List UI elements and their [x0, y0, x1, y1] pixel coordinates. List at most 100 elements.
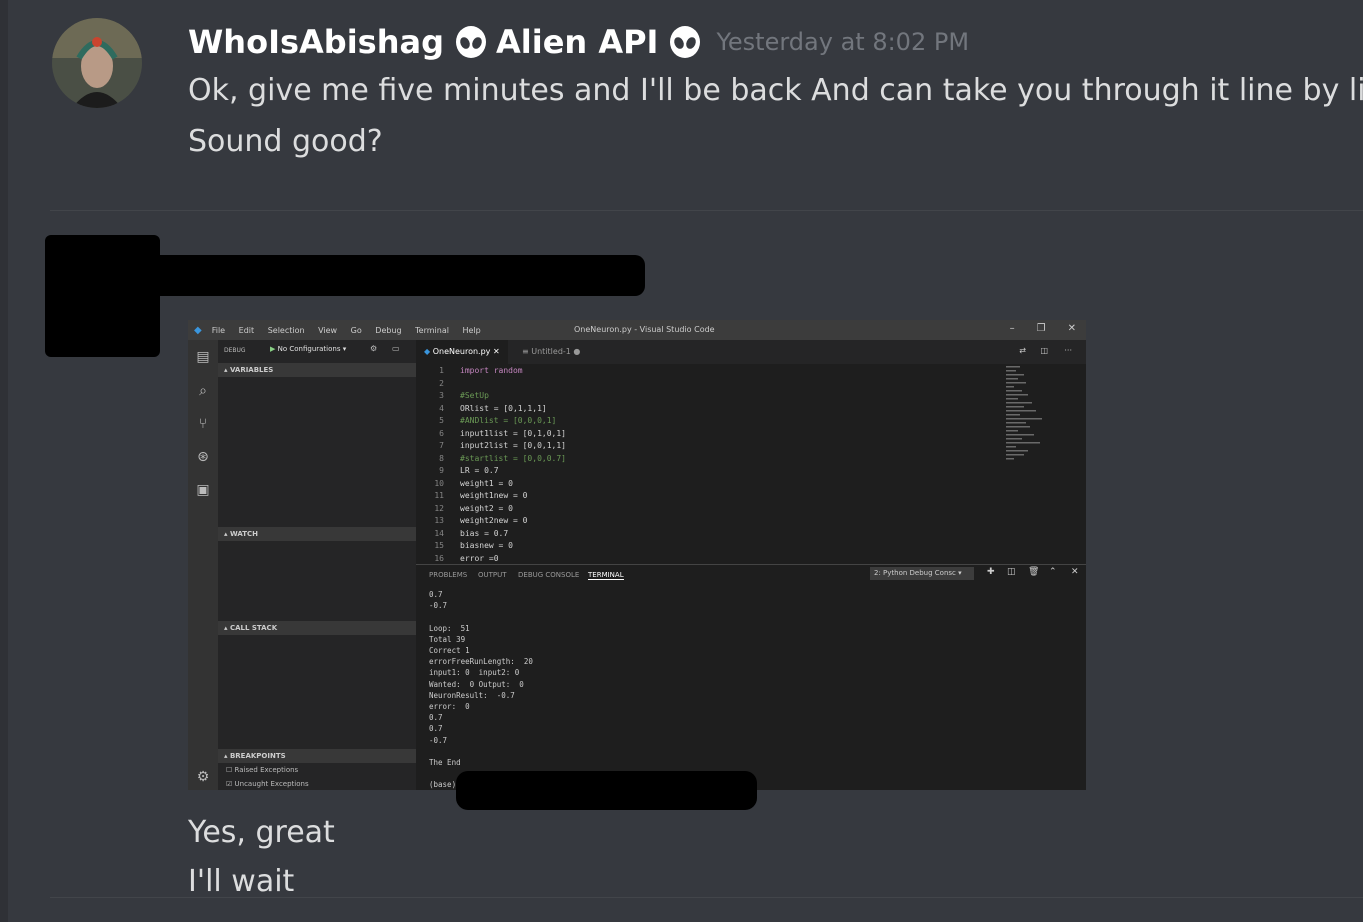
menu-terminal[interactable]: Terminal [415, 326, 449, 335]
panel-tab-debug-console[interactable]: DEBUG CONSOLE [518, 571, 579, 579]
panel-tab-problems[interactable]: PROBLEMS [429, 571, 467, 579]
source-control-icon[interactable]: ⑂ [194, 415, 212, 433]
terminal-output[interactable]: 0.7 -0.7 Loop: 51 Total 39 Correct 1 errorFre… [416, 584, 1086, 790]
terminal-line: NeuronResult: -0.7 [429, 690, 515, 700]
terminal-line: Total 39 [429, 634, 466, 644]
section-breakpoints[interactable]: ▴ BREAKPOINTS [218, 749, 416, 763]
minimize-icon[interactable]: – [1010, 323, 1015, 334]
reply-text-line-1: Yes, great [188, 815, 335, 850]
close-icon[interactable]: ✕ [1068, 323, 1076, 334]
code-line: 9 LR = 0.7 [416, 466, 498, 479]
section-variables[interactable]: ▴ VARIABLES [218, 363, 416, 377]
redacted-terminal-prompt [456, 771, 757, 810]
menu-file[interactable]: File [212, 326, 225, 335]
role-tag[interactable]: Alien API [496, 23, 658, 61]
debug-settings-icon[interactable]: ⚙ [370, 344, 377, 353]
play-icon[interactable]: ▶ [270, 345, 275, 353]
tab-untitled[interactable]: ≡ Untitled-1 ● [514, 340, 588, 364]
line-number: 3 [439, 391, 444, 400]
code-text: biasnew = 0 [460, 541, 513, 550]
line-number: 2 [439, 378, 444, 388]
menu-view[interactable]: View [318, 326, 337, 335]
tab-close-icon[interactable]: ✕ [493, 347, 500, 356]
menu-edit[interactable]: Edit [239, 326, 255, 335]
section-watch[interactable]: ▴ WATCH [218, 527, 416, 541]
breakpoint-uncaught[interactable]: ☑ Uncaught Exceptions [226, 780, 309, 788]
vscode-menubar: File Edit Selection View Go Debug Termin… [212, 326, 492, 335]
search-icon[interactable]: ⌕ [194, 382, 212, 400]
split-terminal-icon[interactable]: ◫ [1007, 567, 1016, 577]
activity-bar: ▤ ⌕ ⑂ ⊛ ▣ ⚙ [188, 340, 218, 790]
code-line: 5 #ANDlist = [0,0,0,1] [416, 416, 556, 429]
section-call-stack[interactable]: ▴ CALL STACK [218, 621, 416, 635]
redacted-avatar [45, 235, 160, 357]
message-text-line-1: Ok, give me five minutes and I'll be bac… [188, 73, 1363, 108]
tab-untitled-label: Untitled-1 [531, 347, 571, 356]
line-number: 9 [439, 466, 444, 475]
code-text: error =0 [460, 553, 499, 563]
menu-go[interactable]: Go [351, 326, 362, 335]
code-line: 10 weight1 = 0 [416, 479, 513, 492]
menu-debug[interactable]: Debug [375, 326, 401, 335]
vscode-screenshot[interactable]: ◆ File Edit Selection View Go Debug Term… [188, 320, 1086, 790]
code-text: ORlist = [0,1,1,1] [460, 403, 547, 413]
line-number: 13 [434, 516, 444, 525]
code-line: 2 [416, 379, 460, 392]
terminal-line: input1: 0 input2: 0 [429, 668, 520, 678]
debug-label: DEBUG [224, 347, 246, 354]
avatar[interactable] [52, 18, 142, 108]
code-text: input2list = [0,0,1,1] [460, 441, 566, 450]
panel-close-icon[interactable]: ✕ [1071, 567, 1079, 577]
debug-console-icon[interactable]: ▭ [392, 344, 400, 353]
terminal-line: -0.7 [429, 735, 448, 745]
breakpoint-raised[interactable]: ☐ Raised Exceptions [226, 766, 298, 774]
terminal-select[interactable]: 2: Python Debug Consc ▾ [870, 567, 974, 580]
panel-tab-output[interactable]: OUTPUT [478, 571, 507, 579]
line-number: 12 [434, 503, 444, 513]
tab-oneneuron[interactable]: ◆ OneNeuron.py ✕ [416, 340, 508, 364]
debug-sidebar: DEBUG ▶ No Configurations ▾ ⚙ ▭ ▴ VARIAB… [218, 340, 416, 790]
vscode-logo-icon: ◆ [194, 324, 202, 336]
line-number: 11 [434, 491, 444, 500]
redacted-username [150, 255, 645, 296]
terminal-line: -0.7 [429, 601, 448, 611]
restore-icon[interactable]: ❐ [1037, 323, 1046, 334]
debug-config-label: No Configurations [277, 345, 341, 353]
code-text: input1list = [0,1,0,1] [460, 428, 566, 438]
menu-selection[interactable]: Selection [268, 326, 305, 335]
terminal-line: (base) [429, 780, 457, 790]
open-changes-icon[interactable]: ⇄ [1019, 346, 1026, 355]
username[interactable]: WhoIsAbishag [188, 23, 444, 61]
chevron-up-icon[interactable]: ⌃ [1049, 567, 1057, 577]
trash-icon[interactable]: 🗑 [1028, 567, 1039, 577]
line-number: 1 [439, 366, 444, 375]
terminal-line: Loop: 51 [429, 623, 470, 633]
window-controls: – ❐ ✕ [1010, 323, 1076, 334]
new-terminal-icon[interactable]: ✚ [987, 567, 995, 577]
line-number: 16 [434, 553, 444, 563]
more-actions-icon[interactable]: ··· [1064, 346, 1072, 355]
code-text: weight2new = 0 [460, 516, 528, 525]
message-header: WhoIsAbishag Alien API Yesterday at 8:02… [188, 18, 969, 66]
extensions-icon[interactable]: ▣ [194, 481, 212, 499]
terminal-select-label: 2: Python Debug Consc [874, 569, 956, 577]
code-line: 3 #SetUp [416, 391, 489, 404]
terminal-line: Wanted: 0 Output: 0 [429, 679, 524, 689]
gear-icon[interactable]: ⚙ [194, 768, 212, 786]
code-line: 14 bias = 0.7 [416, 529, 508, 542]
breakpoint-uncaught-label: Uncaught Exceptions [234, 780, 309, 788]
explorer-icon[interactable]: ▤ [194, 348, 212, 366]
code-editor[interactable]: 1 import random 2 3 #SetUp 4 ORlist = [0,1,1,1… [416, 364, 1086, 564]
vscode-titlebar: ◆ File Edit Selection View Go Debug Term… [188, 320, 1086, 340]
panel-tab-terminal[interactable]: TERMINAL [588, 571, 624, 580]
terminal-line: 0.7 [429, 724, 443, 734]
menu-help[interactable]: Help [463, 326, 481, 335]
debug-icon[interactable]: ⊛ [194, 448, 212, 466]
split-editor-icon[interactable]: ◫ [1040, 346, 1048, 355]
debug-config-select[interactable]: ▶ No Configurations ▾ [270, 345, 346, 353]
editor-tabs: ◆ OneNeuron.py ✕ ≡ Untitled-1 ● ⇄ ◫ ··· [416, 340, 1086, 364]
minimap[interactable] [1006, 364, 1046, 474]
code-text: import random [460, 366, 523, 375]
reply-text-line-2: I'll wait [188, 864, 295, 899]
code-text: bias = 0.7 [460, 528, 509, 538]
